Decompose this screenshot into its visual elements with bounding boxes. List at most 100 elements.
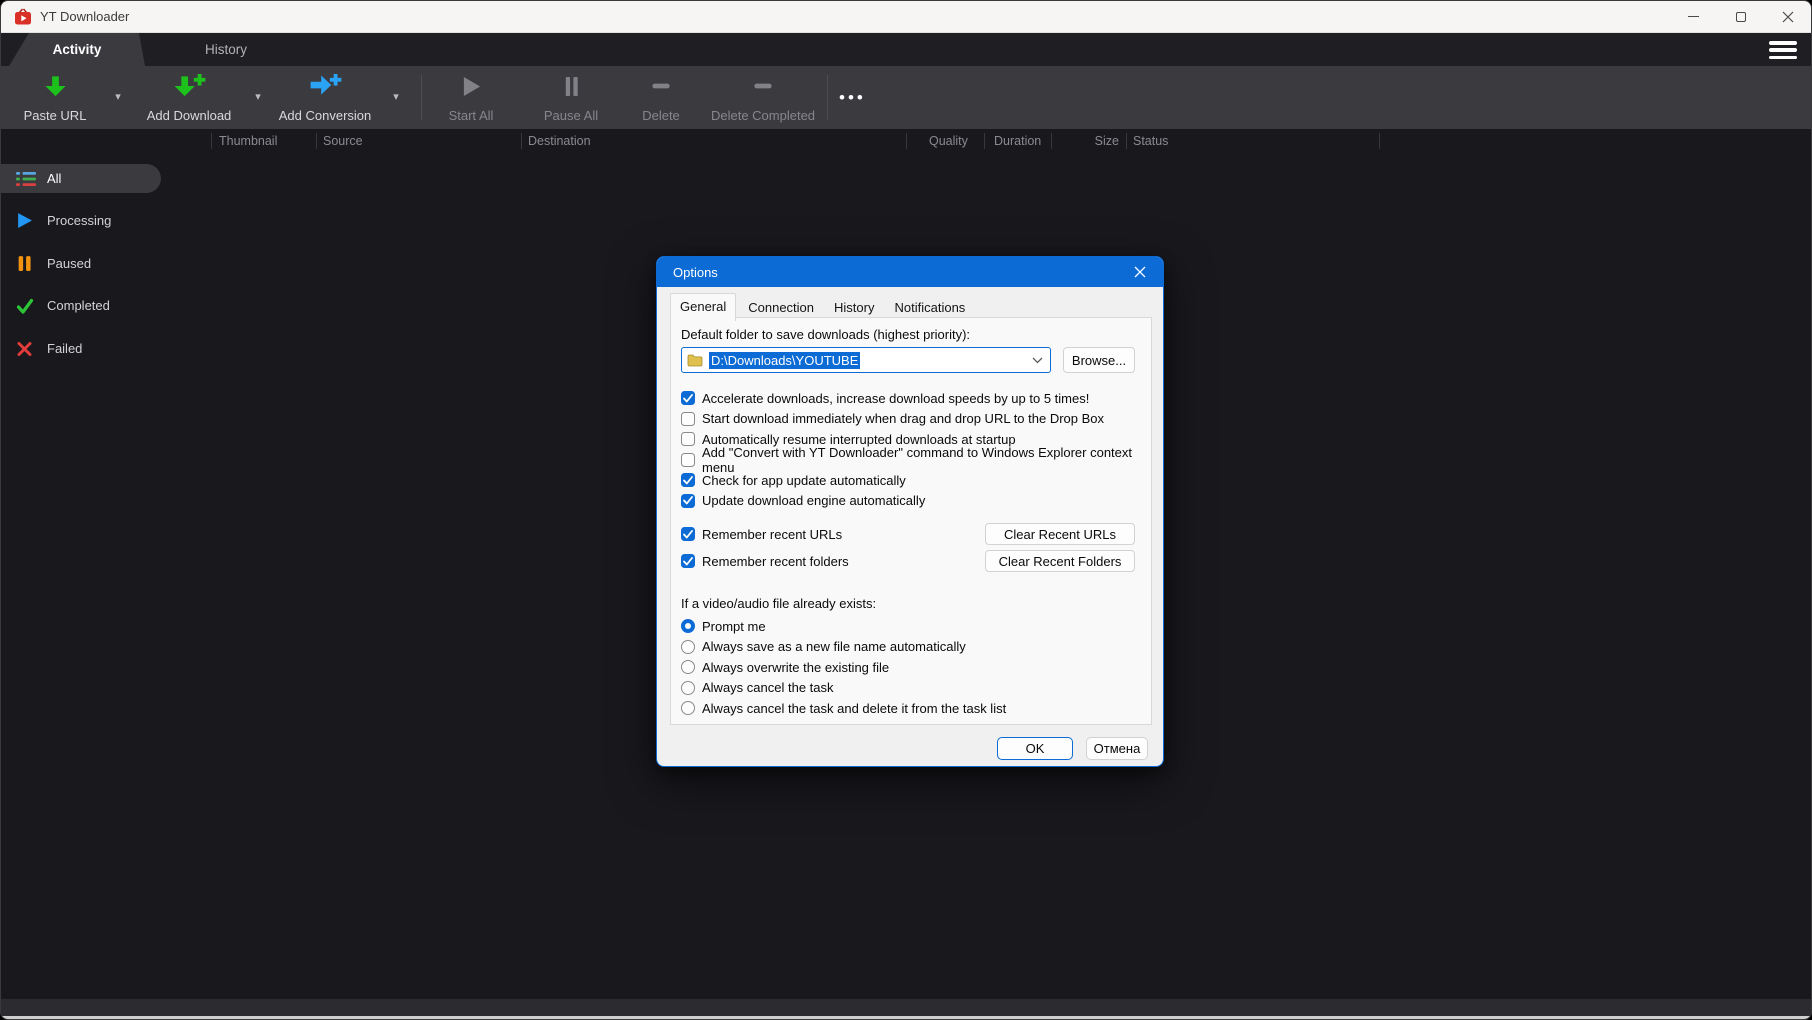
- window-controls: [1670, 1, 1811, 33]
- folder-icon: [687, 354, 703, 367]
- add-download-dropdown[interactable]: ▾: [247, 90, 269, 103]
- tab-activity[interactable]: Activity: [9, 33, 145, 66]
- dialog-titlebar: Options: [657, 257, 1163, 287]
- tab-dialog-history[interactable]: History: [826, 296, 882, 320]
- clear-recent-urls-button[interactable]: Clear Recent URLs: [985, 523, 1135, 545]
- dialog-title: Options: [673, 265, 718, 280]
- pause-all-button[interactable]: Pause All: [533, 72, 609, 123]
- radio-save-new-name[interactable]: Always save as a new file name automatic…: [681, 637, 1141, 658]
- paused-icon: [16, 256, 36, 272]
- radio-button[interactable]: [681, 701, 695, 715]
- radio-button[interactable]: [681, 660, 695, 674]
- sidebar-item-paused[interactable]: Paused: [1, 249, 161, 278]
- sidebar-item-label: All: [47, 171, 61, 186]
- tab-notifications-label: Notifications: [894, 300, 965, 315]
- column-status[interactable]: Status: [1133, 129, 1168, 153]
- combo-chevron-icon[interactable]: [1032, 357, 1043, 364]
- dialog-close-button[interactable]: [1125, 260, 1155, 284]
- tab-notifications[interactable]: Notifications: [886, 296, 973, 320]
- minimize-icon: [1688, 16, 1699, 18]
- sidebar-item-all[interactable]: All: [1, 164, 161, 193]
- radio-overwrite[interactable]: Always overwrite the existing file: [681, 657, 1141, 678]
- menu-button[interactable]: [1769, 41, 1797, 59]
- minimize-button[interactable]: [1670, 1, 1717, 33]
- add-conversion-dropdown[interactable]: ▾: [385, 90, 407, 103]
- checkbox-label: Remember recent URLs: [702, 527, 842, 542]
- sidebar-item-label: Paused: [47, 256, 91, 271]
- app-icon: [13, 7, 33, 27]
- clear-recent-folders-button[interactable]: Clear Recent Folders: [985, 550, 1135, 572]
- ok-button[interactable]: OK: [997, 737, 1073, 760]
- checkbox-context-menu[interactable]: Add "Convert with YT Downloader" command…: [681, 450, 1141, 471]
- more-actions-button[interactable]: •••: [839, 80, 866, 116]
- checkbox-box[interactable]: [681, 453, 695, 467]
- checkbox-start-immediately[interactable]: Start download immediately when drag and…: [681, 409, 1141, 430]
- tab-general-label: General: [680, 299, 726, 314]
- checkbox-box[interactable]: [681, 412, 695, 426]
- yt-downloader-window: YT Downloader Activity History Paste URL…: [0, 0, 1812, 1020]
- checkbox-box[interactable]: [681, 473, 695, 487]
- close-button[interactable]: [1764, 1, 1811, 33]
- radio-label: Always cancel the task and delete it fro…: [702, 701, 1006, 716]
- remember-recent-urls-checkbox[interactable]: [681, 527, 695, 541]
- delete-icon: [650, 72, 672, 100]
- toolbar: Paste URL ▾ Add Download ▾ Add Conversio…: [1, 66, 1811, 129]
- tab-activity-label: Activity: [53, 42, 102, 57]
- column-duration[interactable]: Duration: [994, 129, 1041, 153]
- sidebar-item-label: Failed: [47, 341, 82, 356]
- checkbox-box[interactable]: [681, 432, 695, 446]
- folder-combobox[interactable]: D:\Downloads\YOUTUBE: [681, 347, 1051, 373]
- filter-all-icon: [16, 171, 36, 187]
- column-source[interactable]: Source: [323, 129, 363, 153]
- dialog-tabs: General Connection History Notifications: [670, 293, 977, 320]
- checkbox-box[interactable]: [681, 391, 695, 405]
- column-quality[interactable]: Quality: [929, 129, 968, 153]
- cancel-button[interactable]: Отмена: [1086, 737, 1148, 760]
- checkbox-update-engine[interactable]: Update download engine automatically: [681, 491, 1141, 512]
- delete-button[interactable]: Delete: [627, 72, 695, 123]
- add-conversion-button[interactable]: Add Conversion: [271, 72, 379, 123]
- file-exists-label: If a video/audio file already exists:: [681, 596, 1141, 612]
- add-download-button[interactable]: Add Download: [137, 72, 241, 123]
- tab-history[interactable]: History: [145, 33, 307, 66]
- paste-url-dropdown[interactable]: ▾: [107, 90, 129, 103]
- remember-recent-folders-checkbox[interactable]: [681, 554, 695, 568]
- radio-button[interactable]: [681, 681, 695, 695]
- sidebar-item-completed[interactable]: Completed: [1, 291, 161, 320]
- folder-value: D:\Downloads\YOUTUBE: [709, 352, 860, 369]
- window-titlebar: YT Downloader: [1, 1, 1811, 33]
- file-exists-radio-group: Prompt me Always save as a new file name…: [681, 616, 1141, 719]
- radio-prompt-me[interactable]: Prompt me: [681, 616, 1141, 637]
- toolbar-separator: [827, 75, 828, 120]
- tab-connection[interactable]: Connection: [740, 296, 822, 320]
- checkbox-label: Add "Convert with YT Downloader" command…: [702, 445, 1141, 475]
- radio-cancel-and-delete[interactable]: Always cancel the task and delete it fro…: [681, 698, 1141, 719]
- column-size[interactable]: Size: [1041, 129, 1119, 153]
- folder-label: Default folder to save downloads (highes…: [681, 327, 1141, 343]
- remember-recent-folders-row: Remember recent folders Clear Recent Fol…: [681, 550, 1141, 572]
- options-dialog: Options General Connection History Notif…: [656, 256, 1164, 767]
- add-conversion-icon: [309, 72, 342, 100]
- pause-all-icon: [561, 72, 582, 100]
- column-destination[interactable]: Destination: [528, 129, 591, 153]
- radio-label: Always overwrite the existing file: [702, 660, 889, 675]
- tab-general[interactable]: General: [670, 293, 736, 321]
- radio-cancel-task[interactable]: Always cancel the task: [681, 678, 1141, 699]
- sidebar-item-label: Completed: [47, 298, 110, 313]
- paste-url-button[interactable]: Paste URL: [11, 72, 99, 123]
- sidebar-item-failed[interactable]: Failed: [1, 334, 161, 363]
- start-all-button[interactable]: Start All: [433, 72, 509, 123]
- window-title: YT Downloader: [40, 9, 129, 24]
- sidebar-item-processing[interactable]: Processing: [1, 206, 161, 235]
- radio-label: Always save as a new file name automatic…: [702, 639, 966, 654]
- radio-button[interactable]: [681, 619, 695, 633]
- maximize-button[interactable]: [1717, 1, 1764, 33]
- delete-completed-button[interactable]: Delete Completed: [707, 72, 819, 123]
- general-checkbox-group: Accelerate downloads, increase download …: [681, 388, 1141, 511]
- column-thumbnail[interactable]: Thumbnail: [219, 129, 277, 153]
- radio-button[interactable]: [681, 640, 695, 654]
- checkbox-accelerate-downloads[interactable]: Accelerate downloads, increase download …: [681, 388, 1141, 409]
- close-icon: [1782, 11, 1794, 23]
- checkbox-box[interactable]: [681, 494, 695, 508]
- browse-button[interactable]: Browse...: [1063, 347, 1135, 373]
